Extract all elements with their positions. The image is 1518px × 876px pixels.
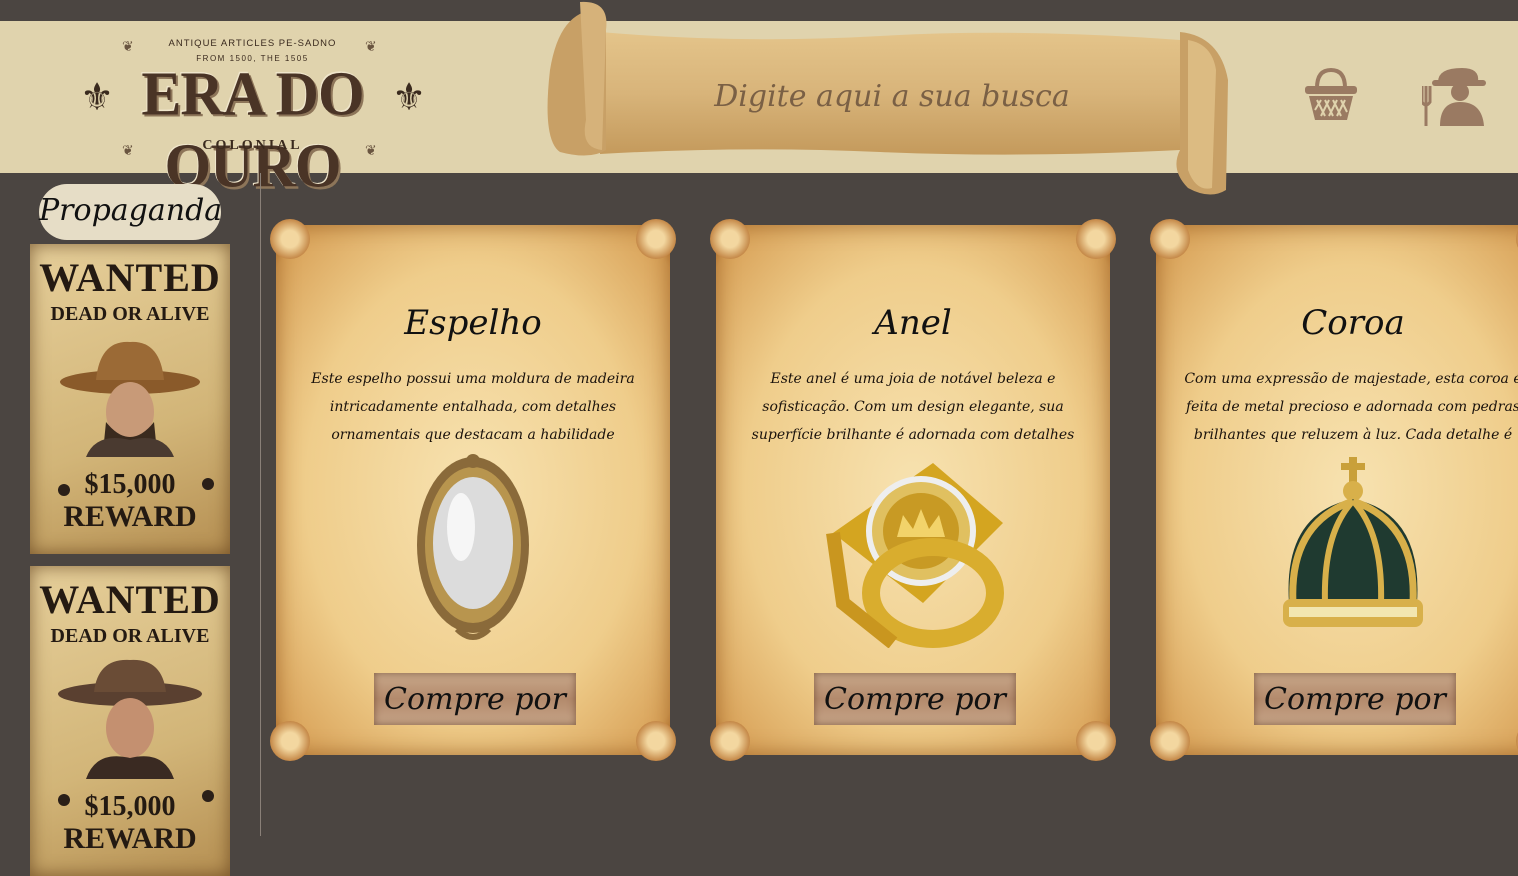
reward-label: REWARD <box>63 500 197 533</box>
flourish-icon: ❦ <box>122 143 134 159</box>
product-card: Anel Este anel é uma joia de notável bel… <box>710 219 1116 761</box>
farmer-user-icon[interactable] <box>1420 62 1488 128</box>
fleur-de-lis-icon: ⚜ <box>392 75 427 119</box>
logo[interactable]: ❦ ❦ ANTIQUE ARTICLES PE-SADNO FROM 1500,… <box>80 35 427 200</box>
bullet-hole-icon <box>58 484 70 496</box>
product-title: Coroa <box>1301 303 1405 343</box>
search-scroll <box>540 0 1230 196</box>
flourish-icon: ❦ <box>365 143 377 159</box>
product-description: Este anel é uma joia de notável beleza e… <box>751 371 1075 443</box>
gold-ring-icon <box>826 463 1004 648</box>
outlaw-portrait-icon <box>58 659 202 779</box>
product-card: Espelho Este espelho possui uma moldura … <box>270 219 676 761</box>
mirror-icon <box>417 454 529 640</box>
bullet-hole-icon <box>58 794 70 806</box>
product-description: Este espelho possui uma moldura de madei… <box>311 371 635 443</box>
wanted-heading: WANTED <box>39 577 221 622</box>
wanted-subheading: DEAD OR ALIVE <box>50 625 210 647</box>
product-title: Espelho <box>404 303 542 343</box>
bullet-hole-icon <box>202 478 214 490</box>
logo-tagline: ANTIQUE ARTICLES PE-SADNO <box>168 38 337 49</box>
buy-button[interactable]: Compre por <box>374 673 576 725</box>
product-title: Anel <box>874 303 952 343</box>
buy-button[interactable]: Compre por <box>1254 673 1456 725</box>
buy-button[interactable]: Compre por <box>814 673 1016 725</box>
bullet-hole-icon <box>202 790 214 802</box>
crown-icon <box>1283 457 1423 627</box>
wanted-poster-ad[interactable]: WANTED DEAD OR ALIVE $15,000 REWARD <box>30 566 230 876</box>
sidebar-title: Propaganda <box>39 184 222 240</box>
basket-icon[interactable] <box>1303 67 1359 122</box>
wanted-poster-ad[interactable]: WANTED DEAD OR ALIVE $15,000 REWARD <box>30 244 230 554</box>
sidebar-ads: Propaganda WANTED DEAD OR ALIVE $15,000 … <box>0 173 261 876</box>
outlaw-portrait-icon <box>60 341 200 457</box>
wanted-heading: WANTED <box>39 255 221 300</box>
product-description: Com uma expressão de majestade, esta cor… <box>1184 371 1518 443</box>
reward-label: REWARD <box>63 822 197 855</box>
product-card: Coroa Com uma expressão de majestade, es… <box>1150 219 1518 761</box>
wanted-subheading: DEAD OR ALIVE <box>50 303 210 325</box>
search-input[interactable] <box>660 70 1124 122</box>
